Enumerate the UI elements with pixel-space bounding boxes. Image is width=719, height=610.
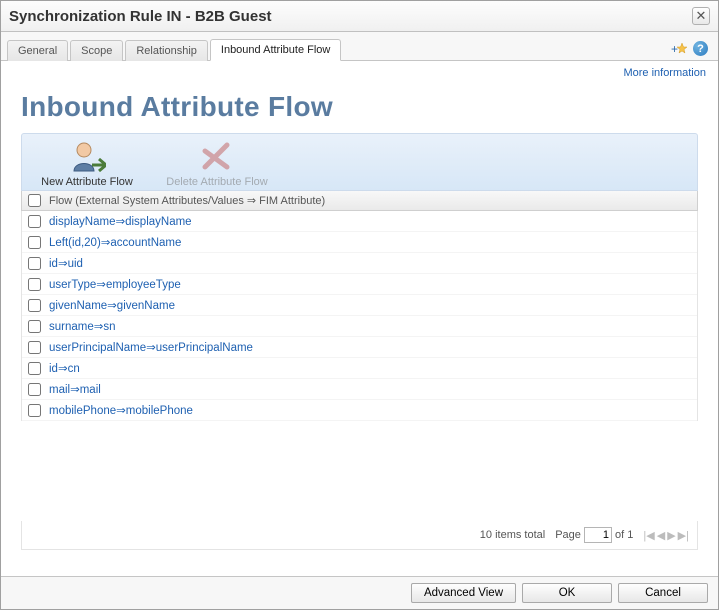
select-all-checkbox[interactable] bbox=[28, 194, 41, 207]
ok-button[interactable]: OK bbox=[522, 583, 612, 603]
svg-text:+: + bbox=[671, 42, 678, 56]
flow-link[interactable]: displayName⇒displayName bbox=[49, 214, 192, 228]
page-heading: Inbound Attribute Flow bbox=[21, 91, 698, 123]
flow-link[interactable]: Left(id,20)⇒accountName bbox=[49, 235, 181, 249]
more-information-link[interactable]: More information bbox=[623, 67, 706, 79]
table-row: surname⇒sn bbox=[22, 316, 697, 337]
first-page-icon: |◀ bbox=[643, 529, 654, 542]
flow-link[interactable]: surname⇒sn bbox=[49, 319, 116, 333]
cancel-button[interactable]: Cancel bbox=[618, 583, 708, 603]
flow-link[interactable]: userType⇒employeeType bbox=[49, 277, 181, 291]
table-row: mail⇒mail bbox=[22, 379, 697, 400]
next-page-icon: ▶ bbox=[667, 529, 675, 542]
flow-link[interactable]: mail⇒mail bbox=[49, 382, 101, 396]
close-icon: ✕ bbox=[696, 8, 707, 24]
last-page-icon: ▶| bbox=[678, 529, 689, 542]
table-row: userPrincipalName⇒userPrincipalName bbox=[22, 337, 697, 358]
flow-link[interactable]: id⇒cn bbox=[49, 361, 80, 375]
table-row: displayName⇒displayName bbox=[22, 211, 697, 232]
row-checkbox[interactable] bbox=[28, 215, 41, 228]
grid-header-label: Flow (External System Attributes/Values … bbox=[49, 194, 325, 207]
tab-strip: General Scope Relationship Inbound Attri… bbox=[1, 32, 718, 61]
prev-page-icon: ◀ bbox=[657, 529, 665, 542]
table-row: mobilePhone⇒mobilePhone bbox=[22, 400, 697, 421]
close-button[interactable]: ✕ bbox=[692, 7, 710, 25]
delete-attribute-flow-button: Delete Attribute Flow bbox=[152, 138, 282, 188]
page-number-input[interactable] bbox=[584, 527, 612, 543]
row-checkbox[interactable] bbox=[28, 404, 41, 417]
row-checkbox[interactable] bbox=[28, 257, 41, 270]
new-user-icon bbox=[68, 138, 106, 174]
window-title: Synchronization Rule IN - B2B Guest bbox=[9, 8, 272, 25]
delete-icon bbox=[201, 138, 233, 174]
table-row: id⇒cn bbox=[22, 358, 697, 379]
row-checkbox[interactable] bbox=[28, 362, 41, 375]
grid-header: Flow (External System Attributes/Values … bbox=[21, 191, 698, 211]
delete-attribute-flow-label: Delete Attribute Flow bbox=[166, 176, 268, 188]
table-row: givenName⇒givenName bbox=[22, 295, 697, 316]
flow-link[interactable]: userPrincipalName⇒userPrincipalName bbox=[49, 340, 253, 354]
row-checkbox[interactable] bbox=[28, 299, 41, 312]
toolbar: New Attribute Flow Delete Attribute Flow bbox=[21, 133, 698, 191]
row-checkbox[interactable] bbox=[28, 278, 41, 291]
tab-inbound-attribute-flow[interactable]: Inbound Attribute Flow bbox=[210, 39, 341, 61]
grid-body: displayName⇒displayName Left(id,20)⇒accou… bbox=[21, 211, 698, 421]
help-icon[interactable]: ? bbox=[693, 41, 708, 56]
table-row: id⇒uid bbox=[22, 253, 697, 274]
title-bar: Synchronization Rule IN - B2B Guest ✕ bbox=[1, 1, 718, 32]
page-label: Page bbox=[555, 529, 581, 541]
row-checkbox[interactable] bbox=[28, 236, 41, 249]
table-row: userType⇒employeeType bbox=[22, 274, 697, 295]
flow-link[interactable]: mobilePhone⇒mobilePhone bbox=[49, 403, 193, 417]
new-attribute-flow-label: New Attribute Flow bbox=[41, 176, 133, 188]
add-favorite-icon[interactable]: + bbox=[671, 42, 687, 56]
advanced-view-button[interactable]: Advanced View bbox=[411, 583, 516, 603]
dialog-footer: Advanced View OK Cancel bbox=[1, 576, 718, 609]
new-attribute-flow-button[interactable]: New Attribute Flow bbox=[22, 138, 152, 188]
table-row: Left(id,20)⇒accountName bbox=[22, 232, 697, 253]
flow-link[interactable]: givenName⇒givenName bbox=[49, 298, 175, 312]
row-checkbox[interactable] bbox=[28, 341, 41, 354]
items-total-label: 10 items total bbox=[480, 529, 545, 541]
flow-link[interactable]: id⇒uid bbox=[49, 256, 83, 270]
row-checkbox[interactable] bbox=[28, 320, 41, 333]
tab-general[interactable]: General bbox=[7, 40, 68, 61]
page-of-label: of 1 bbox=[615, 529, 633, 541]
row-checkbox[interactable] bbox=[28, 383, 41, 396]
tab-relationship[interactable]: Relationship bbox=[125, 40, 208, 61]
pager: 10 items total Page of 1 |◀ ◀ ▶ ▶| bbox=[21, 521, 698, 550]
tab-scope[interactable]: Scope bbox=[70, 40, 123, 61]
